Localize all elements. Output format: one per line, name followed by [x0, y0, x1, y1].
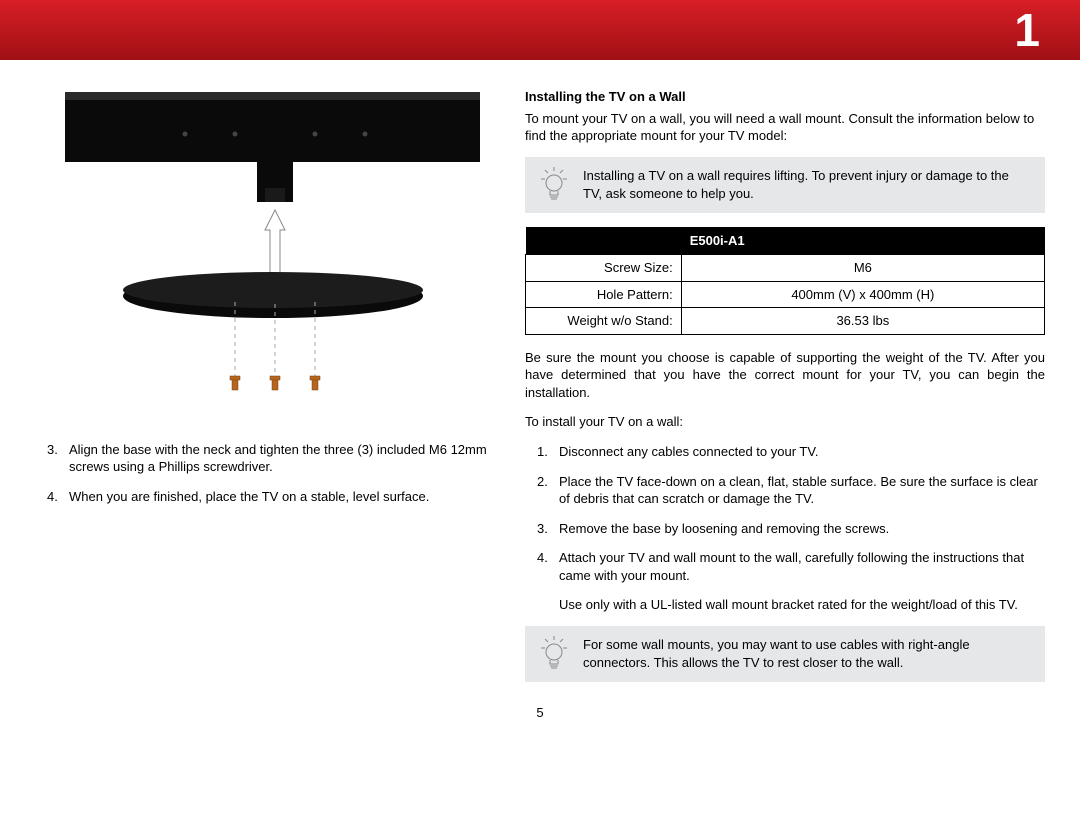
install-steps-list: Disconnect any cables connected to your …	[525, 443, 1045, 584]
step-3: Align the base with the neck and tighten…	[47, 441, 495, 476]
lightbulb-icon	[539, 636, 569, 672]
tv-stand-diagram	[35, 88, 485, 410]
step-text: Place the TV face-down on a clean, flat,…	[559, 474, 1038, 507]
mount-paragraph: Be sure the mount you choose is capable …	[525, 349, 1045, 402]
section-title: Installing the TV on a Wall	[525, 88, 1045, 106]
install-intro: To install your TV on a wall:	[525, 413, 1045, 431]
table-row: Hole Pattern:400mm (V) x 400mm (H)	[526, 281, 1045, 308]
page-content: Align the base with the neck and tighten…	[0, 60, 1080, 696]
tip-text: Installing a TV on a wall requires lifti…	[583, 167, 1031, 202]
install-step-1: Disconnect any cables connected to your …	[537, 443, 1045, 461]
tip-text: For some wall mounts, you may want to us…	[583, 636, 1031, 671]
chapter-number: 1	[1014, 0, 1040, 61]
install-step-3: Remove the base by loosening and removin…	[537, 520, 1045, 538]
left-column: Align the base with the neck and tighten…	[35, 88, 495, 696]
step-text: Align the base with the neck and tighten…	[69, 442, 487, 475]
tip-box-lifting: Installing a TV on a wall requires lifti…	[525, 157, 1045, 213]
table-row: Screw Size:M6	[526, 255, 1045, 282]
step-text: Remove the base by loosening and removin…	[559, 521, 889, 536]
intro-paragraph: To mount your TV on a wall, you will nee…	[525, 110, 1045, 145]
model-header: E500i-A1	[681, 227, 1044, 255]
tip-box-cables: For some wall mounts, you may want to us…	[525, 626, 1045, 682]
left-steps-list: Align the base with the neck and tighten…	[35, 441, 495, 506]
right-column: Installing the TV on a Wall To mount you…	[525, 88, 1045, 696]
lightbulb-icon	[539, 167, 569, 203]
ul-note: Use only with a UL-listed wall mount bra…	[525, 596, 1045, 614]
table-row: Weight w/o Stand:36.53 lbs	[526, 308, 1045, 335]
step-4: When you are finished, place the TV on a…	[47, 488, 495, 506]
page-number: 5	[0, 704, 1080, 722]
step-text: Disconnect any cables connected to your …	[559, 444, 818, 459]
install-step-4: Attach your TV and wall mount to the wal…	[537, 549, 1045, 584]
chapter-header: 1	[0, 0, 1080, 60]
step-text: When you are finished, place the TV on a…	[69, 489, 429, 504]
spec-table: E500i-A1 Screw Size:M6 Hole Pattern:400m…	[525, 227, 1045, 335]
install-step-2: Place the TV face-down on a clean, flat,…	[537, 473, 1045, 508]
step-text: Attach your TV and wall mount to the wal…	[559, 550, 1024, 583]
